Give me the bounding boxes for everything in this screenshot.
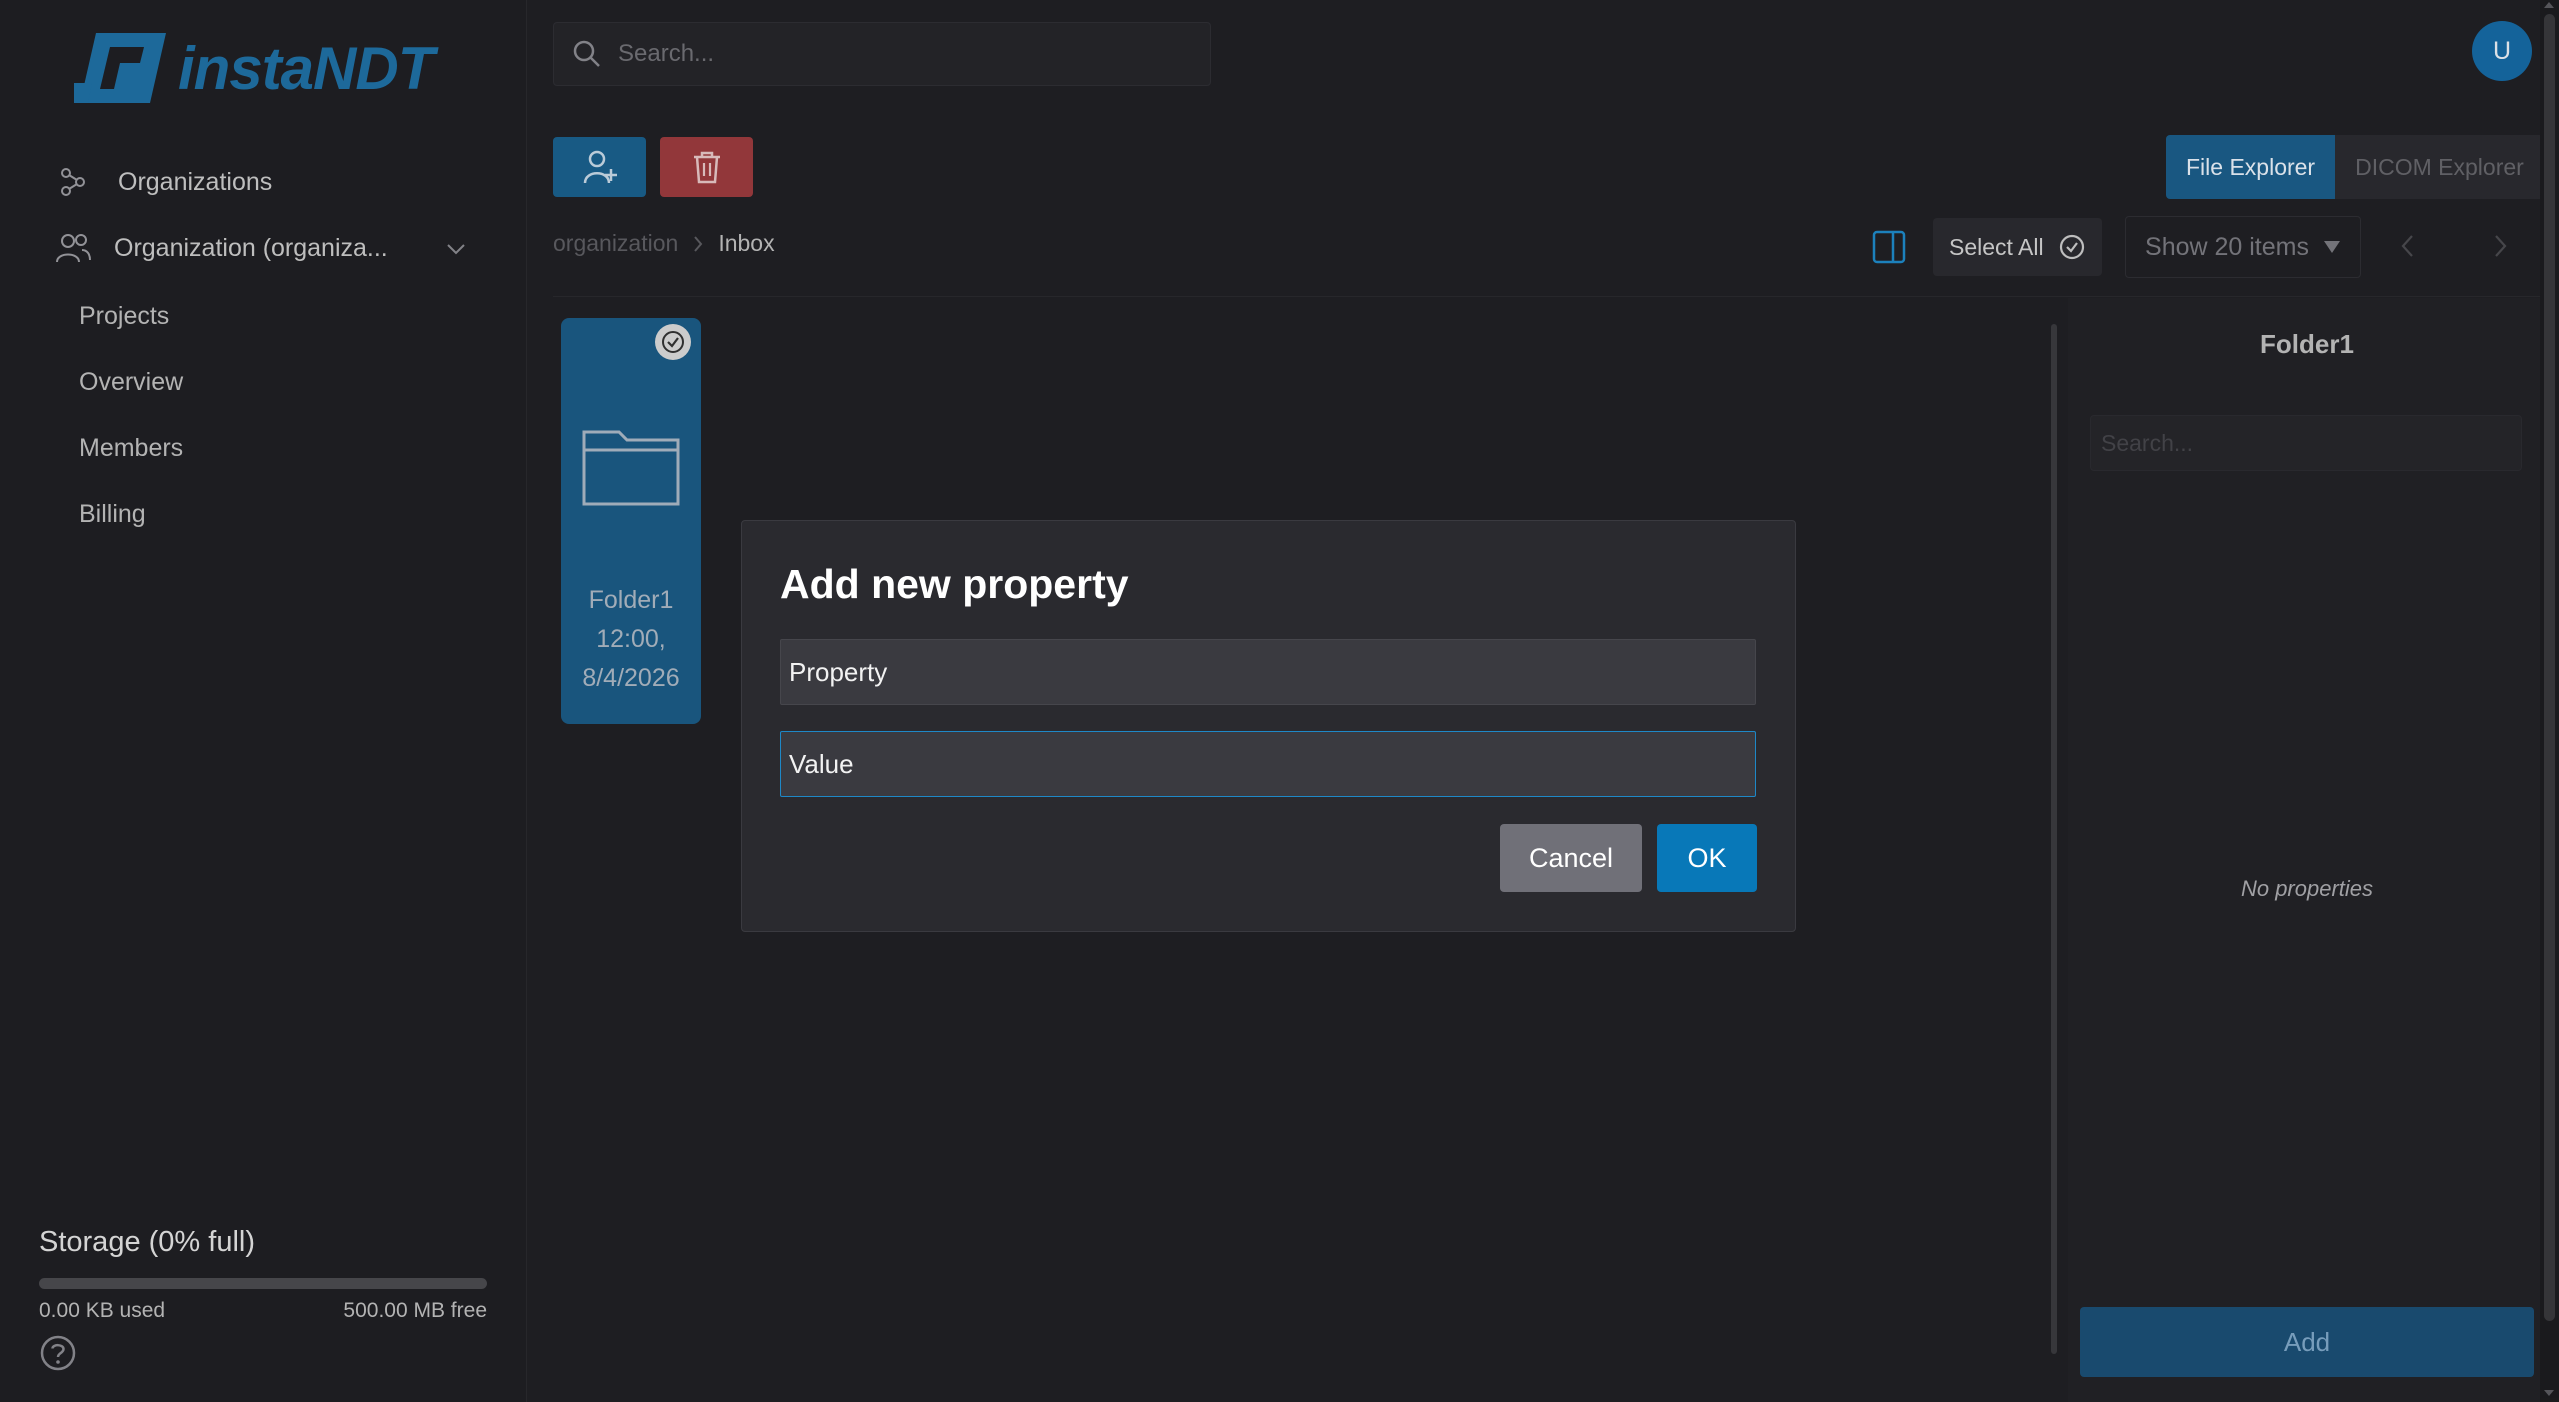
add-property-dialog: Add new property Cancel OK	[741, 520, 1796, 932]
property-name-input[interactable]	[780, 639, 1756, 705]
property-value-input[interactable]	[780, 731, 1756, 797]
cancel-button[interactable]: Cancel	[1500, 824, 1642, 892]
ok-button[interactable]: OK	[1657, 824, 1757, 892]
dialog-title: Add new property	[780, 561, 1129, 607]
